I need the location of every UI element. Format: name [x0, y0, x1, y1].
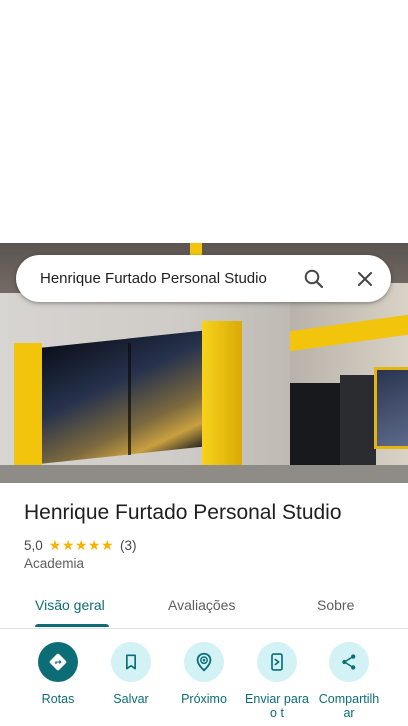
tab-overview[interactable]: Visão geral — [35, 597, 105, 613]
directions-icon — [38, 642, 78, 682]
search-bar[interactable]: Henrique Furtado Personal Studio — [16, 255, 391, 302]
nearby-button[interactable]: Próximo — [164, 642, 244, 706]
review-count[interactable]: (3) — [120, 538, 137, 553]
save-button[interactable]: Salvar — [91, 642, 171, 706]
tab-active-indicator — [35, 624, 109, 627]
photo-yellow-pillar-left — [14, 343, 42, 483]
place-title: Henrique Furtado Personal Studio — [24, 501, 342, 524]
search-input[interactable]: Henrique Furtado Personal Studio — [40, 270, 267, 287]
share-label: Compartilhar — [318, 692, 380, 720]
rating-value: 5,0 — [24, 537, 43, 553]
rating-row[interactable]: 5,0 ★★★★★ (3) — [24, 536, 137, 554]
photo-window — [40, 330, 208, 464]
place-category[interactable]: Academia — [24, 556, 84, 571]
send-to-phone-icon — [257, 642, 297, 682]
tab-bar: Visão geral Avaliações Sobre — [0, 586, 408, 629]
photo-ground — [0, 465, 408, 483]
photo-pole — [128, 343, 131, 455]
action-bar: Rotas Salvar Próximo Enviar para o t Com… — [0, 640, 408, 726]
save-label: Salvar — [113, 692, 149, 706]
search-icon[interactable] — [302, 267, 326, 291]
bookmark-icon — [111, 642, 151, 682]
map-area-blank — [0, 0, 408, 243]
nearby-icon — [184, 642, 224, 682]
photo-window-right — [374, 367, 408, 449]
star-rating-icon: ★★★★★ — [48, 536, 115, 553]
share-button[interactable]: Compartilhar — [309, 642, 389, 720]
send-to-phone-label: Enviar para o t — [245, 692, 309, 720]
tab-about[interactable]: Sobre — [317, 597, 354, 613]
send-to-phone-button[interactable]: Enviar para o t — [237, 642, 317, 720]
tab-reviews[interactable]: Avaliações — [168, 597, 235, 613]
routes-label: Rotas — [41, 692, 75, 706]
routes-button[interactable]: Rotas — [18, 642, 98, 706]
photo-yellow-pillar-center — [202, 321, 242, 483]
close-icon[interactable] — [353, 267, 377, 291]
nearby-label: Próximo — [181, 692, 227, 706]
share-icon — [329, 642, 369, 682]
